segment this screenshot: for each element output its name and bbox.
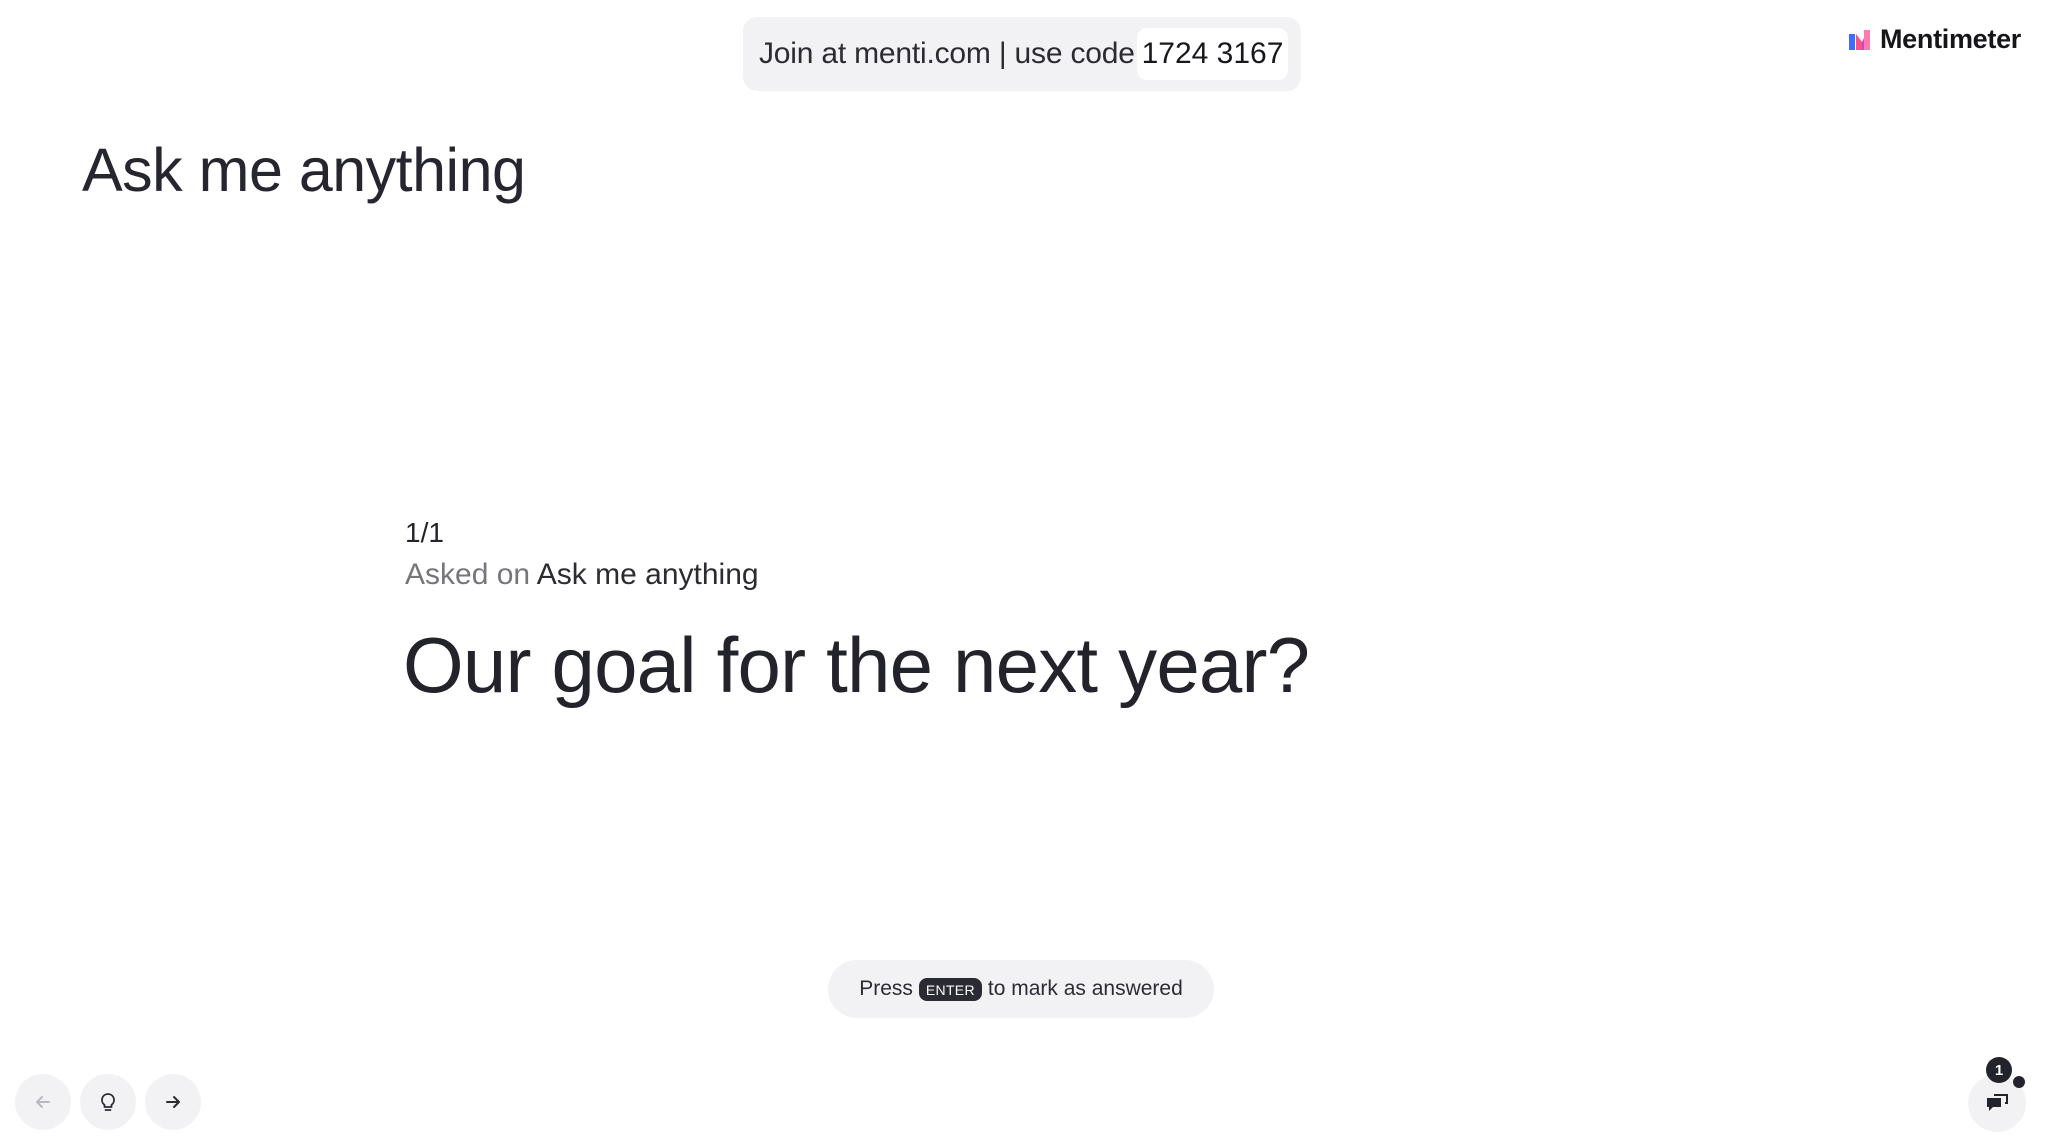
arrow-left-icon [36,1096,50,1108]
next-slide-button[interactable] [145,1074,201,1130]
question-text: Our goal for the next year? [403,621,1310,709]
arrow-right-icon [166,1096,180,1108]
mark-answered-hint: Press ENTER to mark as answered [828,960,1214,1018]
asked-on-prefix: Asked on [405,558,531,591]
join-banner: Join at menti.com | use code 1724 3167 [743,17,1301,91]
lightbulb-icon [101,1093,115,1111]
asked-on-slide: Ask me anything [536,558,759,591]
join-code: 1724 3167 [1137,28,1288,80]
slide-title: Ask me anything [82,136,526,204]
enter-key-badge: ENTER [918,977,982,1001]
presentation-stage: Join at menti.com | use code 1724 3167 M… [0,0,2048,1147]
mentimeter-logo-icon [1848,29,1870,50]
question-counter: 1/1 [405,517,444,548]
hint-suffix: to mark as answered [987,977,1183,1000]
hint-button[interactable] [80,1074,136,1130]
asked-on-line: Asked on Ask me anything [405,558,759,592]
previous-slide-button[interactable] [15,1074,71,1130]
join-instructions: Join at menti.com | use code [759,37,1135,70]
chat-bubbles-icon [1987,1094,2008,1111]
qa-count-badge: 1 [1986,1057,2012,1083]
hint-prefix: Press [859,977,913,1000]
brand-name: Mentimeter [1879,24,2021,54]
qa-notification-dot [2013,1076,2025,1088]
mentimeter-logo: Mentimeter [1848,24,2021,55]
